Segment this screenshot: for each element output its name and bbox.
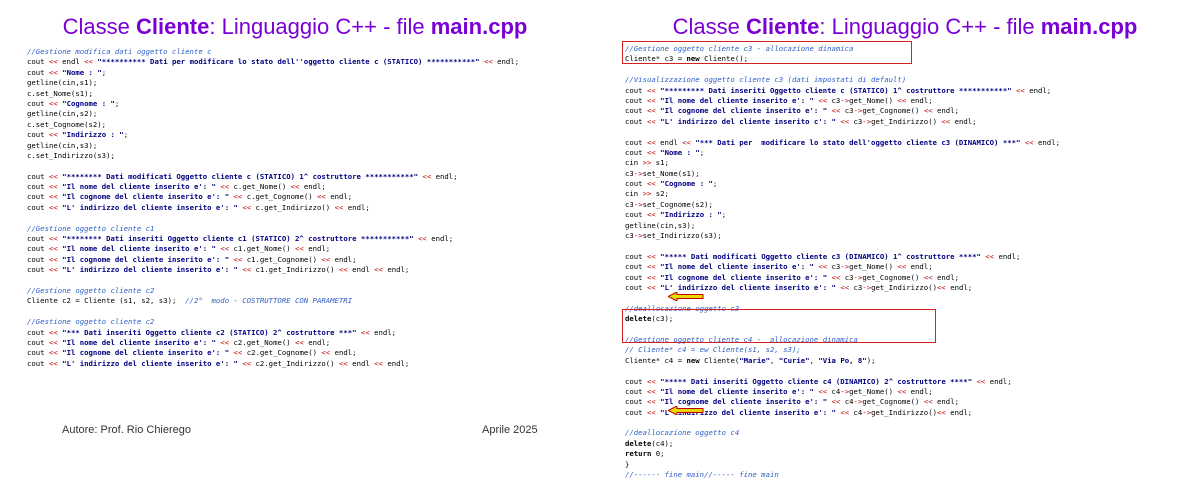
code-line: Cliente c2 = Cliente (s1, s2, s3); //2° … — [27, 296, 353, 306]
code-line: cout << "Il nome del cliente inserito e'… — [625, 386, 933, 396]
code-line: //Gestione modifica dati oggetto cliente… — [27, 47, 212, 56]
title-mid: : Linguaggio C++ - file — [209, 14, 431, 39]
arrow-left-icon — [668, 292, 704, 301]
code-line: cout << "Il nome del cliente inserito e'… — [625, 262, 933, 272]
code-line: c.set_Indirizzo(s3); — [27, 150, 115, 160]
title-prefix: Classe — [62, 14, 137, 39]
title-class-name: Cliente — [746, 14, 820, 39]
code-gap — [625, 418, 1060, 428]
code-line: cout << "Il nome del cliente inserito e'… — [27, 337, 331, 347]
code-line: cout << "******** Dati inseriti Oggetto … — [27, 234, 454, 244]
code-line: cout << "Indirizzo : "; — [27, 130, 129, 140]
code-line: cout << "Il cognome del cliente inserito… — [27, 348, 357, 358]
code-line: //Gestione oggetto cliente c2 — [27, 317, 155, 327]
code-gap — [27, 276, 519, 286]
code-line: cout << "Il nome del cliente inserito e'… — [27, 244, 331, 254]
code-line: delete(c4); — [625, 438, 674, 448]
code-line: } — [625, 459, 630, 469]
code-line: c.set_Nome(s1); — [27, 88, 93, 98]
code-line: cout << "*** Dati inseriti Oggetto clien… — [27, 327, 397, 337]
code-line: //Gestione oggetto cliente c2 — [27, 285, 155, 295]
code-line: cout << "Il cognome del cliente inserito… — [625, 106, 959, 116]
code-line: cout << "Nome : "; — [27, 67, 107, 77]
code-line: cout << "********* Dati inseriti Oggetto… — [625, 85, 1052, 95]
code-line: cout << "Il cognome del cliente inserito… — [27, 254, 357, 264]
arrow-left-icon — [668, 406, 704, 415]
code-gap — [27, 213, 519, 223]
code-line: // Cliente* c4 = ew Cliente(s1, s2, s3); — [625, 345, 801, 355]
code-line: c.set_Cognome(s2); — [27, 119, 107, 129]
code-line: c3->set_Nome(s1); — [625, 168, 700, 178]
code-line: c3->set_Cognome(s2); — [625, 199, 713, 209]
code-line: cin >> s2; — [625, 189, 669, 199]
code-gap — [625, 366, 1060, 376]
code-line: //Gestione oggetto cliente c1 — [27, 223, 155, 233]
code-line: return 0; — [625, 449, 665, 459]
slide-right: Classe Cliente: Linguaggio C++ - file ma… — [610, 0, 1200, 479]
slide-title: Classe Cliente: Linguaggio C++ - file ma… — [0, 14, 590, 40]
slide-left: Classe Cliente: Linguaggio C++ - file ma… — [0, 0, 590, 450]
highlight-box-c4-allocation — [622, 309, 936, 343]
code-line: cout << "L' indirizzo del cliente inseri… — [27, 265, 410, 275]
code-line: //------ fine main//----- fine main — [625, 470, 779, 480]
code-line: cout << "Nome : "; — [625, 147, 705, 157]
code-line: cin >> s1; — [625, 158, 669, 168]
highlight-box-c3-allocation — [622, 41, 912, 64]
title-file-name: main.cpp — [1040, 14, 1138, 39]
code-line: getline(cin,s2); — [27, 109, 98, 119]
code-line: cout << "Cognome : "; — [27, 98, 120, 108]
code-line: c3->set_Indirizzo(s3); — [625, 231, 722, 241]
code-gap — [625, 241, 1060, 251]
code-line: //deallocazione oggetto c4 — [625, 428, 740, 438]
code-line: cout << "***** Dati modificati Oggetto c… — [625, 251, 1021, 261]
code-line: cout << "Il cognome del cliente inserito… — [625, 272, 959, 282]
code-line: getline(cin,s3); — [625, 220, 696, 230]
slide-title: Classe Cliente: Linguaggio C++ - file ma… — [610, 14, 1200, 40]
code-line: Cliente* c4 = new Cliente("Marie", "Curi… — [625, 355, 876, 365]
code-block: //Gestione modifica dati oggetto cliente… — [27, 47, 519, 369]
code-line: getline(cin,s3); — [27, 140, 98, 150]
code-gap — [625, 127, 1060, 137]
code-line: cout << "Il nome del cliente inserito e'… — [27, 182, 326, 192]
code-gap — [27, 307, 519, 317]
code-line: cout << "Indirizzo : "; — [625, 210, 727, 220]
title-prefix: Classe — [672, 14, 747, 39]
code-gap — [625, 65, 1060, 75]
footer-date: Aprile 2025 — [482, 424, 538, 436]
code-line: cout << "Il cognome del cliente inserito… — [27, 192, 353, 202]
title-mid: : Linguaggio C++ - file — [819, 14, 1041, 39]
code-line: cout << "Il nome del cliente inserito e'… — [625, 95, 933, 105]
code-line: cout << endl << "********** Dati per mod… — [27, 57, 520, 67]
code-gap — [27, 161, 519, 171]
code-line: cout << "L' indirizzo del cliente inseri… — [27, 202, 370, 212]
code-line: cout << endl << "*** Dati per modificare… — [625, 137, 1060, 147]
footer-author: Autore: Prof. Rio Chierego — [62, 424, 192, 436]
code-line: //Visualizzazione oggetto cliente c3 (da… — [625, 75, 907, 85]
code-line: cout << "******** Dati modificati Oggett… — [27, 171, 458, 181]
code-line: cout << "L' indirizzo del cliente inseri… — [27, 358, 410, 368]
code-line: cout << "***** Dati inseriti Oggetto cli… — [625, 376, 1012, 386]
code-line: getline(cin,s1); — [27, 78, 98, 88]
code-line: cout << "Cognome : "; — [625, 179, 718, 189]
title-file-name: main.cpp — [430, 14, 528, 39]
title-class-name: Cliente — [136, 14, 210, 39]
code-line: cout << "L' indirizzo del cliente inseri… — [625, 116, 977, 126]
